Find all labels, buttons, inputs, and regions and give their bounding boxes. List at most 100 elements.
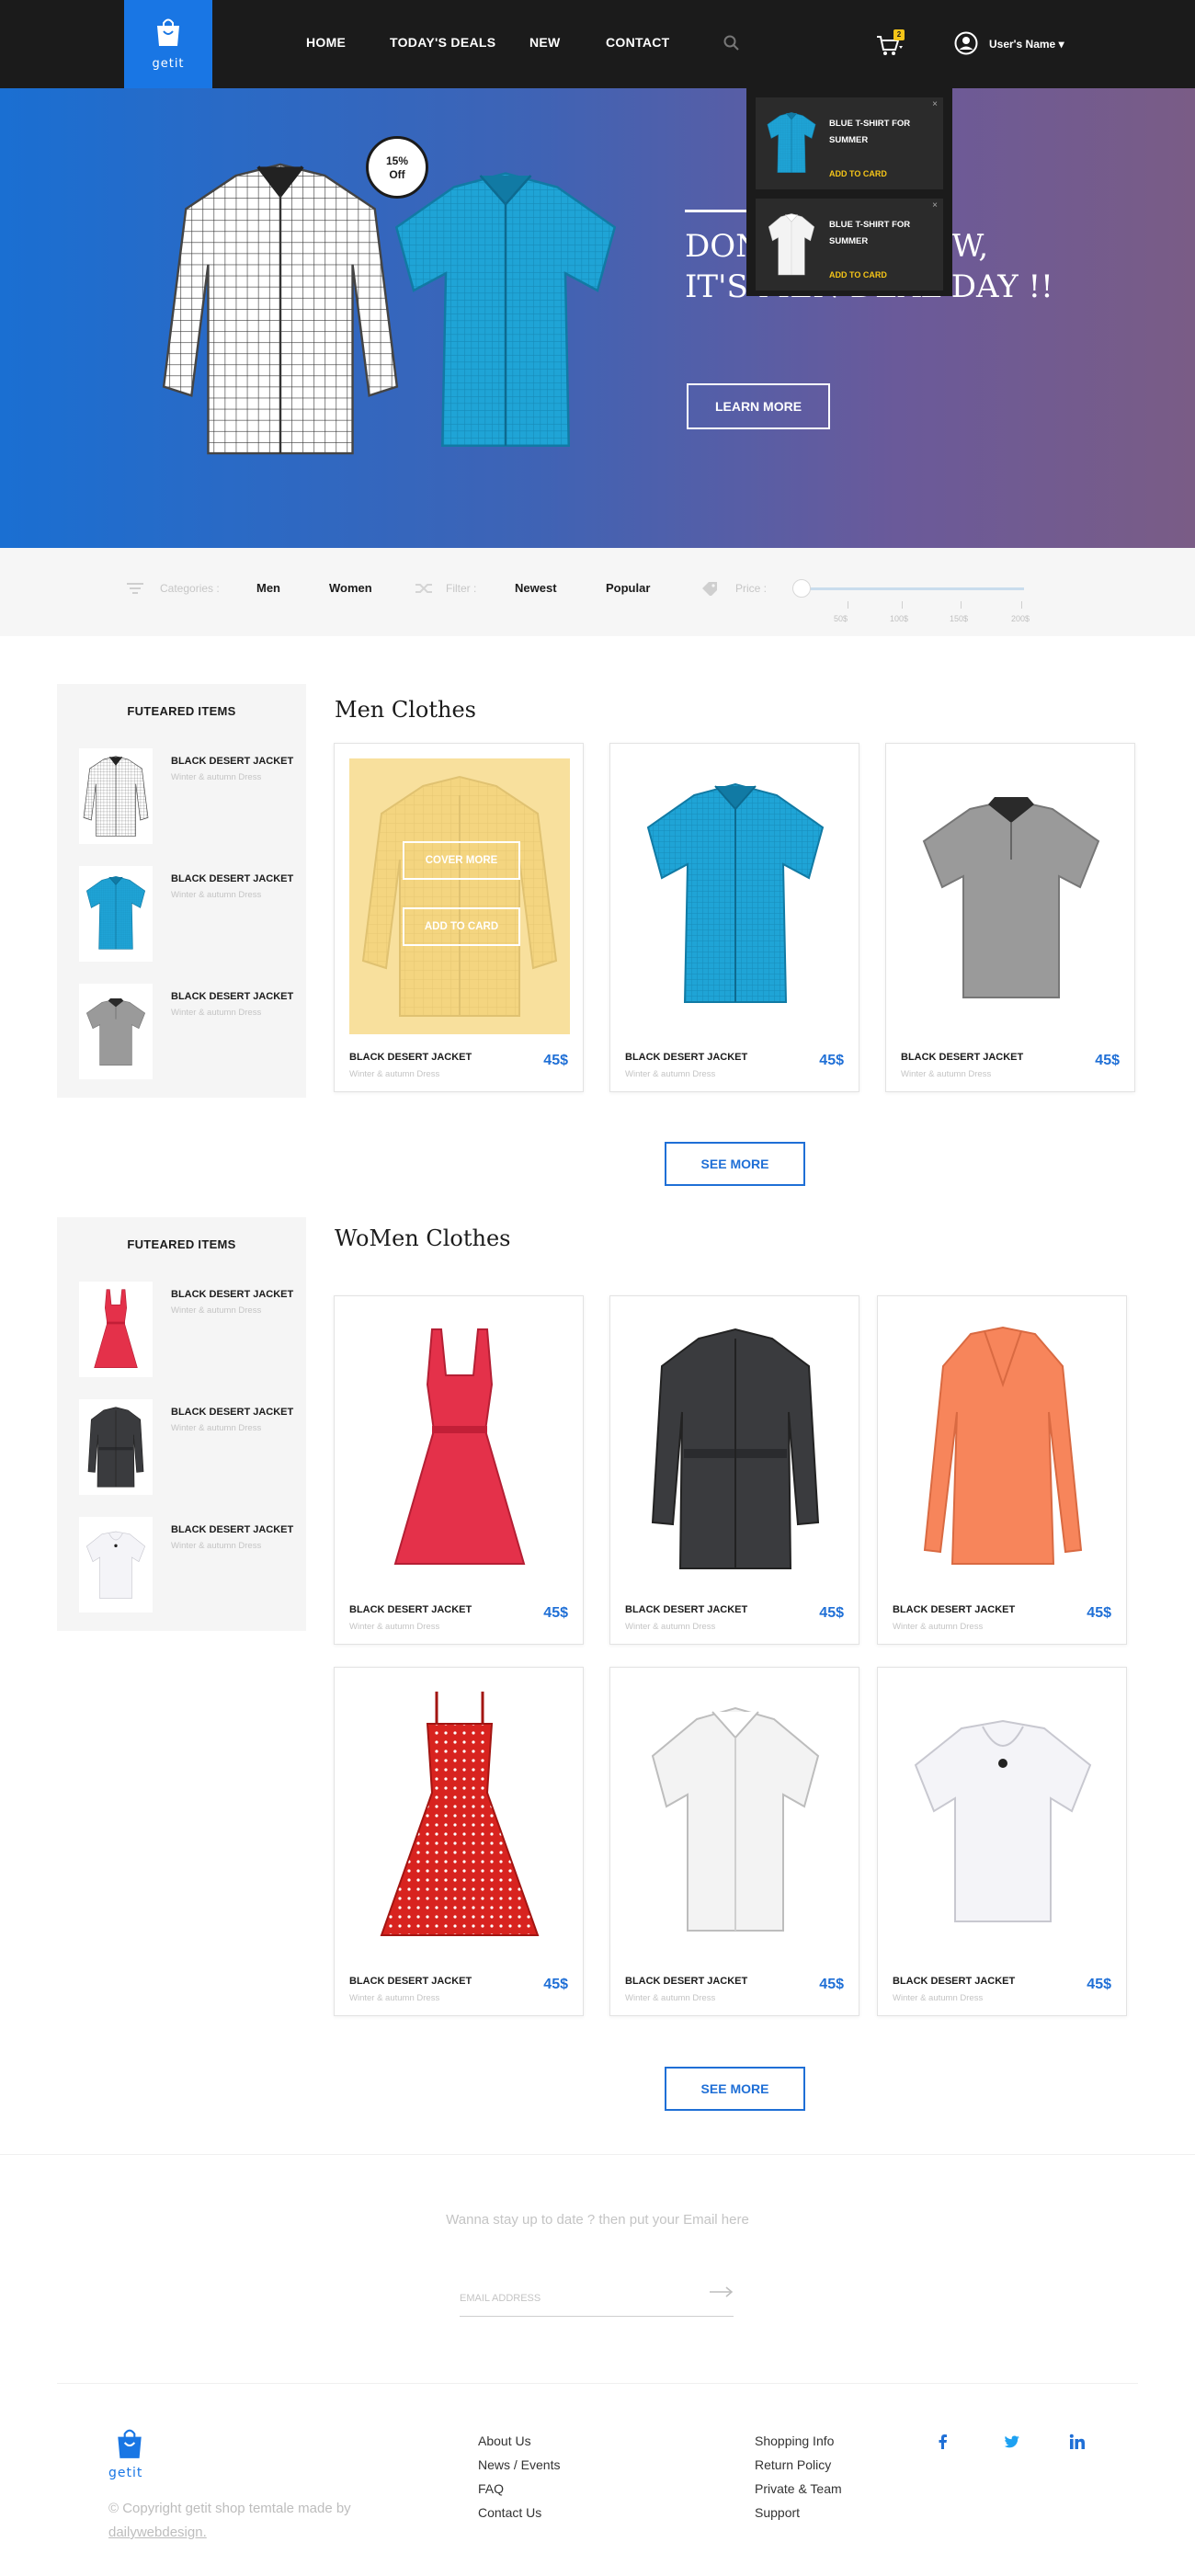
men-see-more-button[interactable]: SEE MORE: [665, 1142, 805, 1186]
footer-link-return-policy[interactable]: Return Policy: [755, 2457, 831, 2472]
product-price: 45$: [1087, 1977, 1111, 1992]
featured-item-thumbnail[interactable]: [79, 984, 153, 1079]
product-subtitle: Winter & autumn Dress: [349, 1993, 440, 2003]
linkedin-icon[interactable]: [1069, 2434, 1086, 2450]
footer-link-shopping-info[interactable]: Shopping Info: [755, 2434, 834, 2448]
price-tick-150: 150$: [950, 614, 969, 623]
featured-items-sidebar: FUTEARED ITEMS BLACK DESERT JACKET Winte…: [57, 1217, 306, 1631]
facebook-icon[interactable]: [935, 2434, 951, 2450]
product-subtitle: Winter & autumn Dress: [625, 1622, 716, 1632]
product-subtitle: Winter & autumn Dress: [349, 1069, 440, 1079]
cart-dropdown: BLUE T-SHIRT FOR SUMMER ADD TO CARD × BL…: [746, 88, 952, 296]
product-card[interactable]: BLACK DESERT JACKET Winter & autumn Dres…: [885, 743, 1135, 1092]
brand-logo[interactable]: getit: [124, 0, 212, 88]
featured-item-thumbnail[interactable]: [79, 1282, 153, 1377]
cart-dropdown-item[interactable]: BLUE T-SHIRT FOR SUMMER ADD TO CARD ×: [756, 97, 943, 189]
price-tick-mark: [961, 601, 962, 609]
product-price: 45$: [543, 1977, 568, 1992]
footer-link-support[interactable]: Support: [755, 2505, 800, 2520]
email-field[interactable]: EMAIL ADDRESS: [460, 2280, 734, 2317]
featured-item-name[interactable]: BLACK DESERT JACKET: [171, 873, 293, 884]
user-menu[interactable]: User's Name ▾: [989, 38, 1064, 51]
product-name: BLACK DESERT JACKET: [893, 1976, 1016, 1987]
category-women[interactable]: Women: [329, 581, 372, 595]
product-subtitle: Winter & autumn Dress: [893, 1993, 984, 2003]
product-card[interactable]: BLACK DESERT JACKET Winter & autumn Dres…: [334, 1295, 584, 1645]
copyright-link[interactable]: dailywebdesign.: [108, 2525, 207, 2540]
add-to-card-link[interactable]: ADD TO CARD: [829, 169, 887, 178]
featured-item-name[interactable]: BLACK DESERT JACKET: [171, 1407, 293, 1418]
featured-item-name[interactable]: BLACK DESERT JACKET: [171, 991, 293, 1002]
product-name: BLACK DESERT JACKET: [901, 1052, 1024, 1063]
featured-item-subtitle: Winter & autumn Dress: [171, 1008, 262, 1018]
cart-dropdown-item[interactable]: BLUE T-SHIRT FOR SUMMER ADD TO CARD ×: [756, 199, 943, 291]
product-card[interactable]: COVER MORE ADD TO CARD BLACK DESERT JACK…: [334, 743, 584, 1092]
featured-item-subtitle: Winter & autumn Dress: [171, 1305, 262, 1316]
featured-item-name[interactable]: BLACK DESERT JACKET: [171, 756, 293, 767]
footer-logo-text: getit: [108, 2466, 143, 2480]
product-image: [901, 758, 1121, 1034]
women-see-more-button[interactable]: SEE MORE: [665, 2067, 805, 2111]
featured-item-thumbnail[interactable]: [79, 1517, 153, 1613]
add-to-card-link[interactable]: ADD TO CARD: [829, 270, 887, 279]
shopping-bag-icon: [157, 18, 179, 46]
price-slider-handle[interactable]: [792, 579, 811, 598]
nav-home[interactable]: HOME: [306, 35, 346, 50]
product-card[interactable]: BLACK DESERT JACKET Winter & autumn Dres…: [609, 1667, 859, 2016]
filter-label: Filter :: [446, 582, 477, 595]
product-hover-overlay: COVER MORE ADD TO CARD: [349, 758, 570, 1034]
discount-badge: 15% Off: [366, 136, 428, 199]
filter-newest[interactable]: Newest: [515, 581, 557, 595]
product-card[interactable]: BLACK DESERT JACKET Winter & autumn Dres…: [609, 743, 859, 1092]
price-tick-mark: [1021, 601, 1022, 609]
product-price: 45$: [543, 1605, 568, 1621]
twitter-icon[interactable]: [1004, 2434, 1020, 2450]
product-subtitle: Winter & autumn Dress: [625, 1993, 716, 2003]
footer-logo[interactable]: getit: [108, 2427, 164, 2484]
arrow-right-icon[interactable]: [708, 2285, 734, 2298]
featured-items-sidebar: FUTEARED ITEMS BLACK DESERT JACKET Winte…: [57, 684, 306, 1098]
learn-more-button[interactable]: LEARN MORE: [687, 383, 830, 429]
close-icon[interactable]: ×: [932, 200, 938, 211]
filter-popular[interactable]: Popular: [606, 581, 650, 595]
product-name: BLACK DESERT JACKET: [349, 1052, 472, 1063]
men-section-title: Men Clothes: [335, 697, 476, 723]
featured-item-thumbnail[interactable]: [79, 748, 153, 844]
product-card[interactable]: BLACK DESERT JACKET Winter & autumn Dres…: [877, 1295, 1127, 1645]
user-avatar-icon[interactable]: [954, 31, 978, 55]
footer-link-faq[interactable]: FAQ: [478, 2481, 504, 2496]
product-card[interactable]: BLACK DESERT JACKET Winter & autumn Dres…: [877, 1667, 1127, 2016]
cart-item-thumbnail: [761, 105, 822, 182]
filter-bar: Categories : Men Women Filter : Newest P…: [0, 548, 1195, 636]
close-icon[interactable]: ×: [932, 99, 938, 109]
product-card[interactable]: BLACK DESERT JACKET Winter & autumn Dres…: [334, 1667, 584, 2016]
discount-percent: 15%: [385, 154, 409, 167]
price-tick-200: 200$: [1011, 614, 1030, 623]
product-subtitle: Winter & autumn Dress: [625, 1069, 716, 1079]
price-tag-icon: [702, 582, 717, 596]
product-subtitle: Winter & autumn Dress: [349, 1622, 440, 1632]
nav-new[interactable]: NEW: [529, 35, 561, 50]
featured-item-thumbnail[interactable]: [79, 1399, 153, 1495]
product-subtitle: Winter & autumn Dress: [901, 1069, 992, 1079]
category-men[interactable]: Men: [256, 581, 280, 595]
search-icon[interactable]: [723, 35, 740, 51]
price-tick-50: 50$: [834, 614, 848, 623]
product-image: [893, 1682, 1113, 1958]
featured-item-name[interactable]: BLACK DESERT JACKET: [171, 1524, 293, 1535]
featured-item-thumbnail[interactable]: [79, 866, 153, 962]
price-slider-track[interactable]: [802, 587, 1024, 590]
nav-contact[interactable]: CONTACT: [606, 35, 670, 50]
footer-link-news[interactable]: News / Events: [478, 2457, 560, 2472]
product-card[interactable]: BLACK DESERT JACKET Winter & autumn Dres…: [609, 1295, 859, 1645]
footer-link-contact[interactable]: Contact Us: [478, 2505, 541, 2520]
product-name: BLACK DESERT JACKET: [349, 1604, 472, 1615]
featured-item-subtitle: Winter & autumn Dress: [171, 1541, 262, 1551]
user-name-label: User's Name: [989, 38, 1056, 51]
nav-todays-deals[interactable]: TODAY'S DEALS: [390, 35, 495, 50]
featured-item-name[interactable]: BLACK DESERT JACKET: [171, 1289, 293, 1300]
footer-link-private-team[interactable]: Private & Team: [755, 2481, 842, 2496]
add-to-card-button[interactable]: ADD TO CARD: [403, 907, 520, 946]
footer-link-about[interactable]: About Us: [478, 2434, 531, 2448]
cover-more-button[interactable]: COVER MORE: [403, 841, 520, 880]
